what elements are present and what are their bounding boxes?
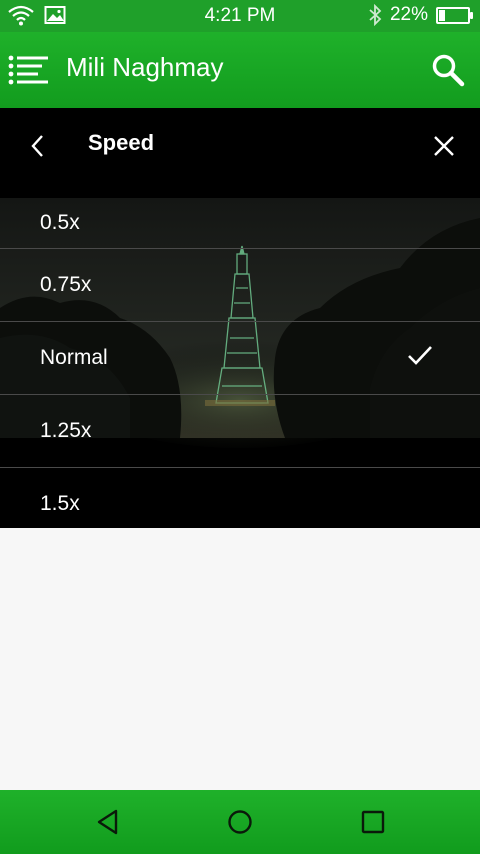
app-bar: Mili Naghmay bbox=[0, 32, 480, 108]
speed-option-label: Normal bbox=[40, 346, 108, 369]
speed-option-label: 0.5x bbox=[40, 211, 80, 234]
speed-option-1-25x[interactable]: 1.25x bbox=[0, 395, 480, 468]
speed-option-0-75x[interactable]: 0.75x bbox=[0, 249, 480, 322]
speed-options-list: 0.5x 0.75x Normal 1.25x 1.5x bbox=[0, 198, 480, 528]
system-nav-bar bbox=[0, 790, 480, 854]
battery-level bbox=[439, 9, 445, 21]
recents-square-icon[interactable] bbox=[359, 808, 387, 836]
chevron-left-icon[interactable] bbox=[26, 132, 50, 160]
home-circle-icon[interactable] bbox=[226, 808, 254, 836]
speed-option-label: 1.5x bbox=[40, 492, 80, 515]
search-icon[interactable] bbox=[430, 52, 466, 88]
speed-option-label: 0.75x bbox=[40, 273, 92, 296]
bluetooth-icon bbox=[369, 4, 382, 26]
speed-option-label: 1.25x bbox=[40, 419, 92, 442]
speed-option-1-5x[interactable]: 1.5x bbox=[0, 468, 480, 528]
speed-panel-header: Speed bbox=[0, 108, 480, 198]
status-bar: 4:21 PM 22% bbox=[0, 0, 480, 32]
speed-option-normal[interactable]: Normal bbox=[0, 322, 480, 395]
battery-icon bbox=[436, 6, 473, 24]
checkmark-icon bbox=[408, 346, 432, 365]
back-triangle-icon[interactable] bbox=[94, 808, 122, 836]
close-icon[interactable] bbox=[432, 134, 456, 158]
speed-panel-title: Speed bbox=[88, 130, 155, 155]
battery-percent: 22% bbox=[389, 4, 428, 25]
menu-list-icon[interactable] bbox=[8, 54, 50, 86]
app-title: Mili Naghmay bbox=[66, 52, 224, 82]
